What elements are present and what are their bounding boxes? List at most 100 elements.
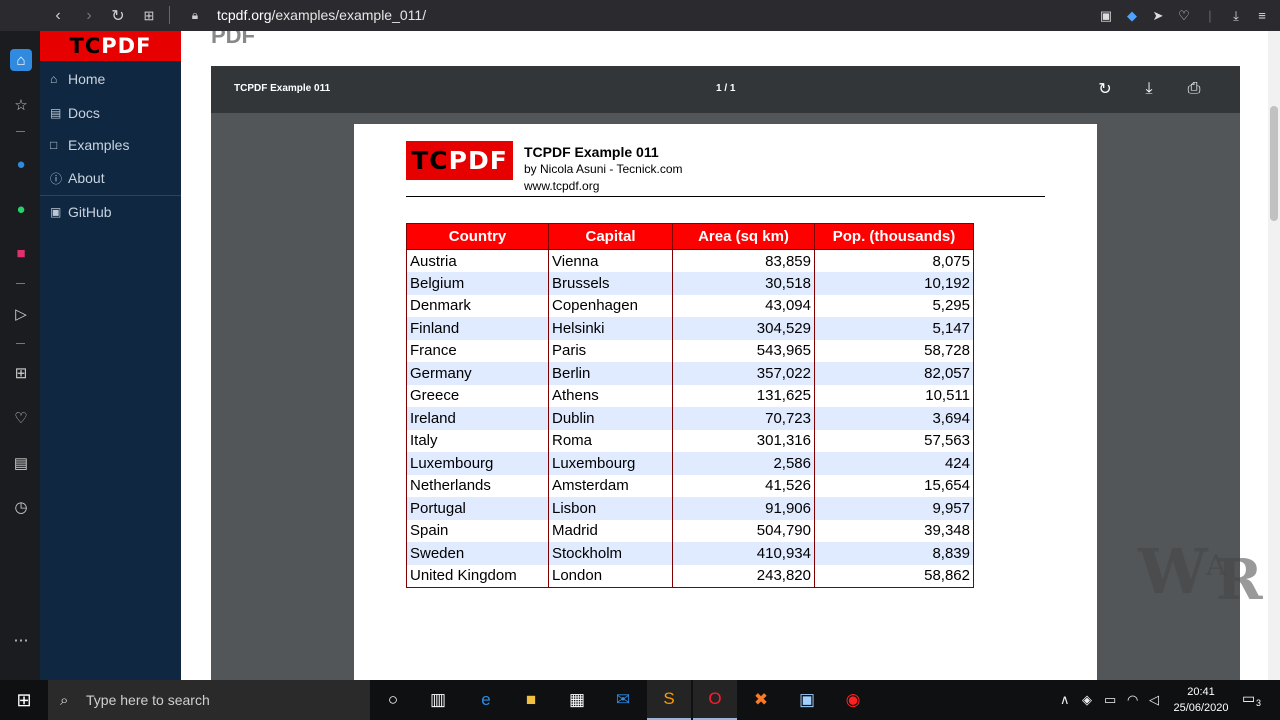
notifications-icon[interactable]: ▭ 3 (1242, 690, 1264, 710)
pdf-toolbar: TCPDF Example 011 1 / 1 ↻ ⤓ ⎙ (211, 66, 1240, 113)
tray-chevron-icon[interactable]: ∧ (1060, 680, 1070, 720)
github-icon: ▣ (50, 205, 62, 219)
sidebar-item-examples[interactable]: □ Examples (50, 134, 129, 156)
edge-icon[interactable]: e (464, 680, 508, 720)
document-title: TCPDF Example 011 (524, 144, 659, 160)
area-cell: 43,094 (672, 294, 815, 317)
news-icon[interactable]: ▤ (10, 452, 32, 474)
menu-icon[interactable]: ≡ (1254, 8, 1270, 24)
rotate-icon[interactable]: ↻ (1095, 79, 1115, 99)
wifi-icon[interactable]: ◠ (1127, 680, 1138, 720)
security-tray-icon[interactable]: ◈ (1082, 680, 1092, 720)
opera-icon[interactable]: O (693, 680, 737, 720)
file-explorer-icon[interactable]: ■ (509, 680, 553, 720)
capital-cell: Madrid (548, 519, 673, 542)
population-cell: 57,563 (814, 429, 974, 452)
windows-start-icon[interactable]: ⊞ (0, 680, 48, 720)
xampp-icon[interactable]: ✖ (739, 680, 783, 720)
star-icon[interactable]: ☆ (10, 94, 32, 116)
heart-icon[interactable]: ♡ (10, 407, 32, 429)
camera-icon[interactable]: ▣ (1098, 8, 1114, 24)
capital-cell: Amsterdam (548, 474, 673, 497)
population-cell: 424 (814, 452, 974, 475)
table-row: Luxembourg Luxembourg 2,586 424 (406, 452, 974, 475)
page-scrollbar[interactable] (1268, 31, 1280, 680)
table-row: Spain Madrid 504,790 39,348 (406, 519, 974, 542)
more-icon[interactable]: ⋯ (10, 629, 32, 651)
lock-icon[interactable]: 🔒︎ (181, 0, 209, 31)
send-icon[interactable]: ➤ (1150, 8, 1166, 24)
taskbar-search[interactable]: ⌕ Type here to search (48, 680, 370, 720)
capital-cell: Luxembourg (548, 452, 673, 475)
table-body: Austria Vienna 83,859 8,075 Belgium Brussels 3… (406, 249, 974, 588)
divider (16, 343, 25, 344)
home-icon[interactable]: ⌂ (10, 49, 32, 71)
column-header: Capital (548, 223, 673, 250)
file-icon: □ (50, 138, 58, 152)
address-bar[interactable]: tcpdf.org/examples/example_011/ (217, 3, 426, 27)
country-cell: Austria (406, 249, 549, 272)
tabs-grid-icon[interactable]: ⊞ (135, 0, 163, 31)
country-cell: Spain (406, 519, 549, 542)
country-cell: Ireland (406, 407, 549, 430)
pdf-page: TCPDF TCPDF Example 011 by Nicola Asuni … (354, 124, 1097, 680)
table-row: Portugal Lisbon 91,906 9,957 (406, 497, 974, 520)
area-cell: 301,316 (672, 429, 815, 452)
sidebar-item-label: Examples (68, 137, 130, 153)
whatsapp-icon[interactable]: ● (10, 198, 32, 220)
page-heading: PDF (211, 31, 255, 48)
sidebar-item-label: About (68, 170, 105, 186)
area-cell: 543,965 (672, 339, 815, 362)
battery-icon[interactable]: ▭ (1104, 680, 1116, 720)
history-icon[interactable]: ◷ (10, 496, 32, 518)
apps-icon[interactable]: ⊞ (10, 362, 32, 384)
area-cell: 2,586 (672, 452, 815, 475)
download-icon[interactable]: ⤓ (1139, 79, 1159, 99)
page-indicator: 1 / 1 (716, 83, 736, 94)
area-cell: 30,518 (672, 272, 815, 295)
population-cell: 58,862 (814, 564, 974, 588)
taskbar: ⊞ ⌕ Type here to search ○ ▥ e ■ ▦ ✉ S O … (0, 680, 1280, 720)
country-cell: Sweden (406, 542, 549, 565)
store-icon[interactable]: ▦ (555, 680, 599, 720)
sidebar-item-label: GitHub (68, 204, 112, 220)
cortana-icon[interactable]: ○ (371, 680, 415, 720)
sidebar-item-github[interactable]: ▣ GitHub (50, 201, 112, 223)
population-cell: 5,295 (814, 294, 974, 317)
task-view-icon[interactable]: ▥ (416, 680, 460, 720)
document-logo: TCPDF (406, 141, 513, 180)
table-row: Ireland Dublin 70,723 3,694 (406, 407, 974, 430)
table-row: Austria Vienna 83,859 8,075 (406, 249, 974, 272)
network-app-icon[interactable]: ▣ (785, 680, 829, 720)
scrollbar-thumb[interactable] (1270, 106, 1278, 221)
print-icon[interactable]: ⎙ (1184, 79, 1204, 99)
notification-count: 3 (1254, 698, 1264, 708)
instagram-icon[interactable]: ■ (10, 242, 32, 264)
sublime-icon[interactable]: S (647, 680, 691, 720)
sidebar-item-home[interactable]: ⌂ Home (50, 68, 105, 90)
back-icon[interactable]: ‹ (44, 0, 72, 31)
download-icon[interactable]: ⤓ (1228, 8, 1244, 24)
messenger-icon[interactable]: ● (10, 153, 32, 175)
volume-icon[interactable]: ◁ (1149, 680, 1159, 720)
system-clock[interactable]: 20:41 25/06/2020 (1166, 684, 1236, 716)
toolbar-divider (169, 6, 170, 24)
forward-icon[interactable]: › (75, 0, 103, 31)
capital-cell: Athens (548, 384, 673, 407)
country-cell: Luxembourg (406, 452, 549, 475)
capital-cell: Dublin (548, 407, 673, 430)
sidebar-divider (40, 195, 181, 196)
heart-icon[interactable]: ♡ (1176, 8, 1192, 24)
sidebar-item-about[interactable]: ⓘ About (50, 167, 105, 189)
shield-icon[interactable]: ◆ (1124, 8, 1140, 24)
sidebar-item-docs[interactable]: ▤ Docs (50, 102, 100, 124)
player-icon[interactable]: ▷ (10, 303, 32, 325)
population-cell: 5,147 (814, 317, 974, 340)
recorder-icon[interactable]: ◉ (831, 680, 875, 720)
site-logo[interactable]: TCPDF (40, 31, 181, 61)
population-cell: 8,839 (814, 542, 974, 565)
area-cell: 410,934 (672, 542, 815, 565)
mail-icon[interactable]: ✉ (601, 680, 645, 720)
reload-icon[interactable]: ↻ (104, 0, 132, 31)
country-cell: Greece (406, 384, 549, 407)
